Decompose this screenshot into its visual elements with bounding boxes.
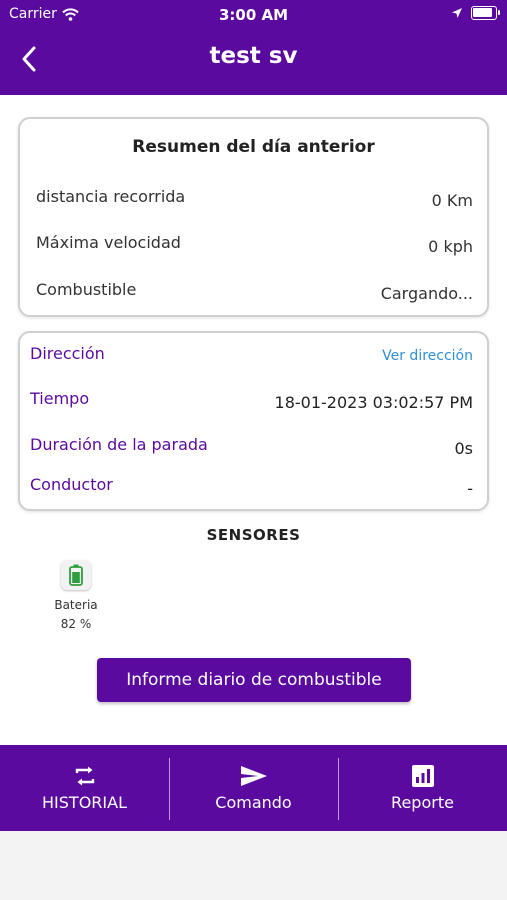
summary-title: Resumen del día anterior (132, 137, 375, 157)
fuel-report-button[interactable]: Informe diario de combustible (97, 658, 411, 702)
sensor-battery[interactable]: Bateria 82 % (45, 560, 107, 631)
driver-label: Conductor (30, 475, 113, 494)
summary-row-value: 0 Km (431, 191, 473, 210)
stop-duration-label: Duración de la parada (30, 435, 208, 454)
summary-row-value: 0 kph (428, 237, 473, 256)
sensor-name: Bateria (54, 598, 98, 612)
time-label: Tiempo (30, 389, 90, 408)
stop-duration-value: 0s (454, 439, 473, 458)
status-right (451, 6, 500, 20)
status-time: 3:00 AM (218, 6, 289, 24)
summary-row-label: distancia recorrida (36, 187, 186, 206)
nav-command[interactable]: Comando (169, 745, 338, 831)
time-value: 18-01-2023 03:02:57 PM (274, 393, 473, 412)
nav-label: HISTORIAL (42, 792, 127, 812)
summary-card: Resumen del día anterior distancia recor… (18, 117, 489, 317)
report-icon (411, 764, 434, 787)
send-icon (240, 765, 267, 786)
details-card: Dirección Ver dirección Tiempo 18-01-202… (18, 331, 489, 511)
app-header: Carrier 3:00 AM test sv (0, 0, 507, 95)
nav-report[interactable]: Reporte (338, 745, 507, 831)
summary-row-label: Máxima velocidad (36, 233, 181, 252)
history-icon (75, 766, 94, 785)
battery-icon (471, 6, 500, 20)
sensor-value: 82 % (60, 617, 92, 631)
view-direction-link[interactable]: Ver dirección (382, 348, 473, 364)
bottom-safe-area (0, 831, 507, 900)
battery-icon (61, 560, 91, 590)
nav-label: Reporte (391, 792, 454, 812)
nav-history[interactable]: HISTORIAL (0, 745, 169, 831)
direction-label: Dirección (30, 344, 105, 363)
bottom-nav: HISTORIAL Comando Reporte (0, 745, 507, 831)
summary-row-value: Cargando... (380, 284, 473, 303)
nav-label: Comando (215, 792, 292, 812)
sensors-title: SENSORES (206, 526, 301, 544)
location-arrow-icon (452, 8, 462, 18)
summary-row-label: Combustible (36, 280, 137, 299)
status-bar: Carrier 3:00 AM (0, 4, 507, 26)
battery-fill (473, 8, 492, 17)
page-title: test sv (209, 43, 298, 69)
driver-value: - (467, 479, 473, 498)
